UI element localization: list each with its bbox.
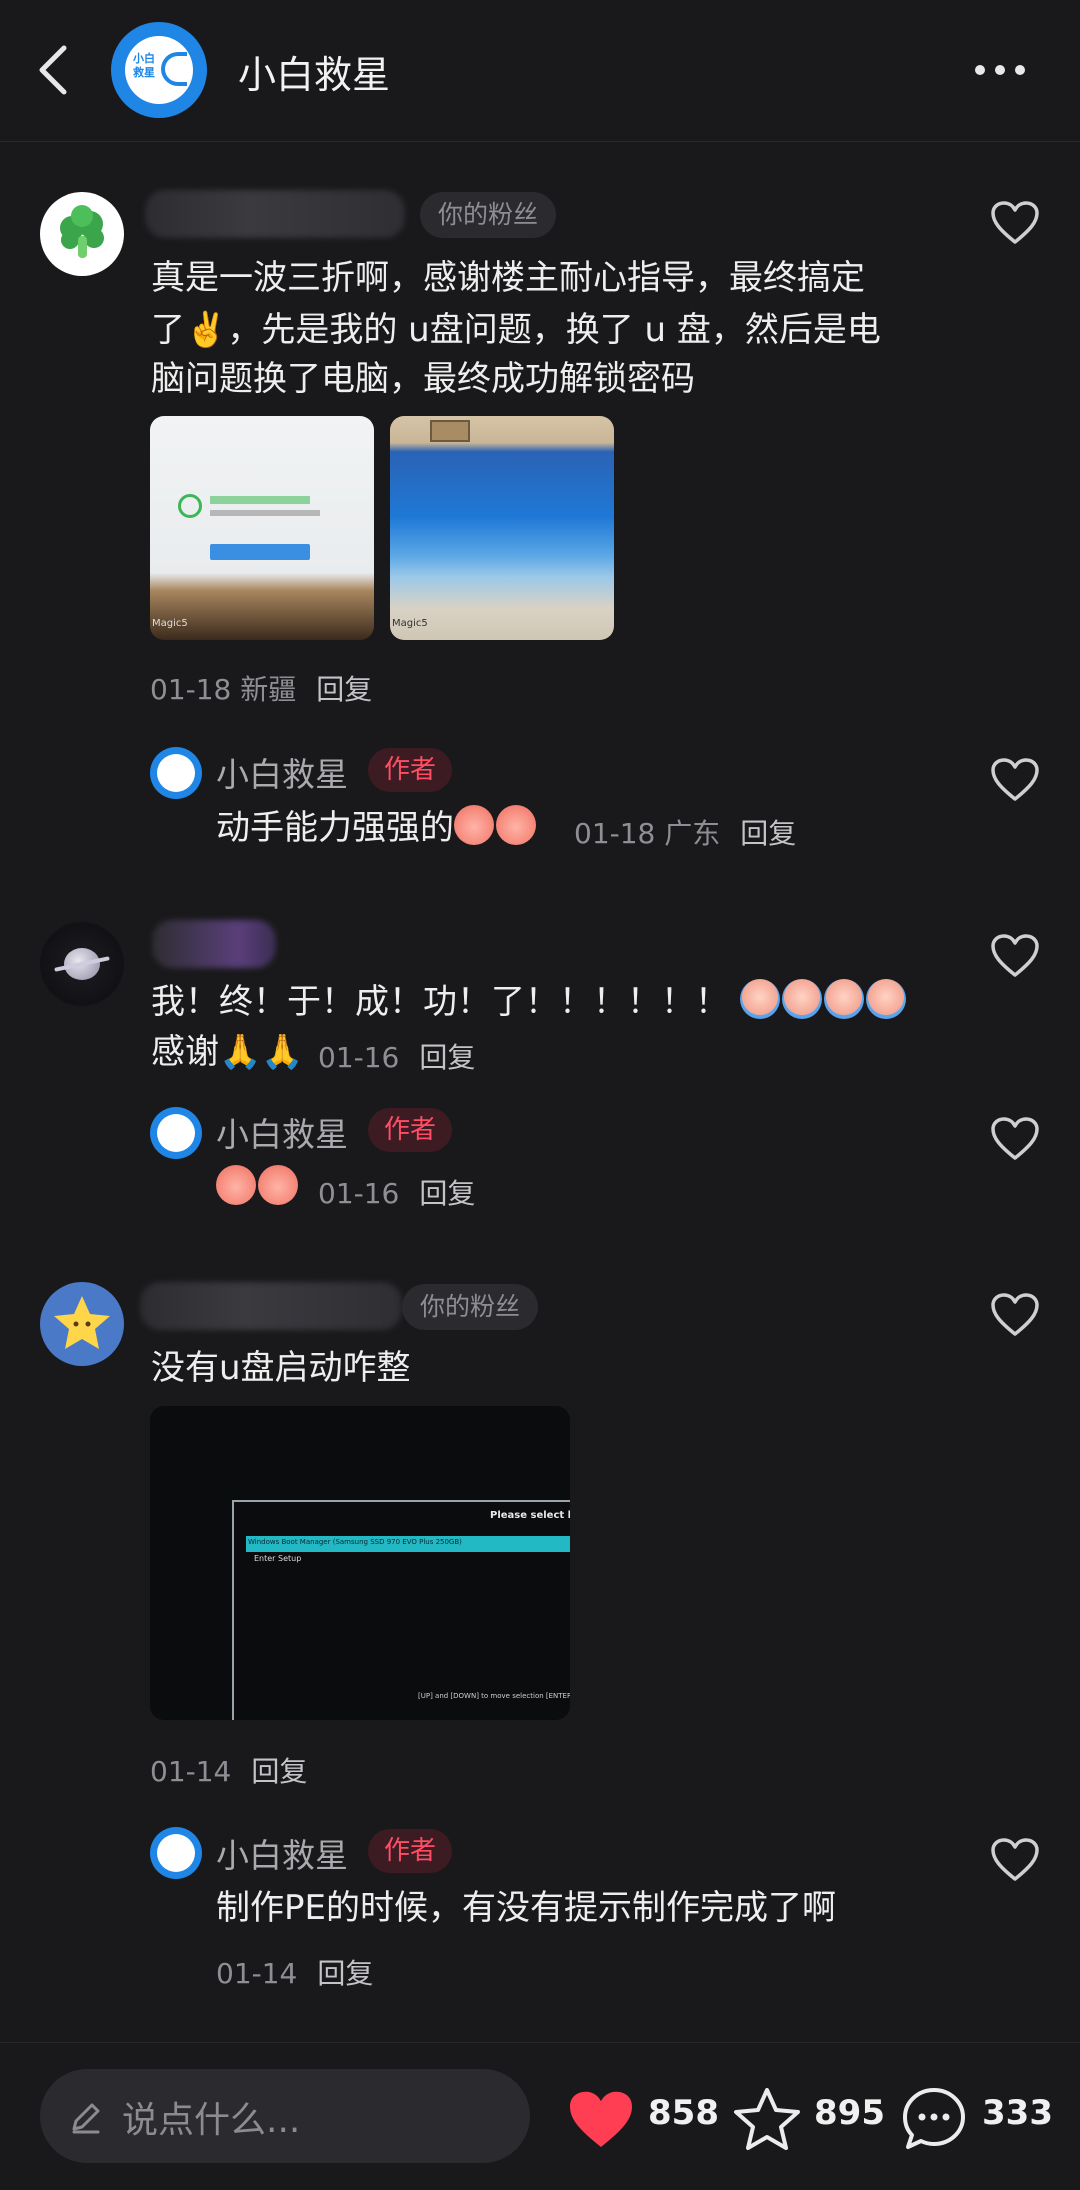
- comment-input[interactable]: 说点什么...: [40, 2069, 530, 2163]
- commenter-name-blurred[interactable]: [145, 190, 405, 238]
- author-reply-name[interactable]: 小白救星: [216, 1829, 348, 1877]
- like-heart-icon[interactable]: [990, 1116, 1040, 1162]
- comment-image-1[interactable]: Magic5: [150, 416, 374, 640]
- comment-date: 01-14: [150, 1755, 232, 1788]
- comment-date-location: 01-18 新疆: [150, 673, 297, 706]
- comment-input-placeholder: 说点什么...: [122, 2100, 301, 2141]
- crying-face-emoji: [865, 979, 906, 1019]
- broccoli-icon: [60, 205, 104, 258]
- angry-face-emoji: [216, 1165, 256, 1205]
- reply-button[interactable]: 回复: [419, 1177, 475, 1210]
- comment-text-line: 了✌️，先是我的 u盘问题，换了 u 盘，然后是电: [151, 310, 881, 350]
- avatar-logo-text: 小白救星: [133, 52, 155, 79]
- reply-meta: 01-18 广东 回复: [574, 812, 796, 852]
- like-heart-icon[interactable]: [990, 1292, 1040, 1338]
- author-tag-badge: 作者: [368, 1108, 453, 1152]
- boot-option-windows: Windows Boot Manager (Samsung SSD 970 EV…: [248, 1538, 462, 1546]
- comment-meta: 01-18 新疆 回复: [150, 668, 372, 708]
- reply-date-location: 01-18 广东: [574, 817, 721, 850]
- author-reply-avatar[interactable]: [150, 1107, 202, 1159]
- like-filled-heart-icon[interactable]: [566, 2089, 636, 2151]
- reply-button[interactable]: 回复: [419, 1041, 475, 1074]
- author-reply-avatar[interactable]: [150, 747, 202, 799]
- like-heart-icon[interactable]: [990, 757, 1040, 803]
- author-tag-badge: 作者: [368, 748, 453, 792]
- comment-count: 333: [982, 2093, 1053, 2133]
- comment-date: 01-16: [318, 1041, 400, 1074]
- boot-option-setup: Enter Setup: [254, 1554, 302, 1563]
- reply-button[interactable]: 回复: [740, 817, 796, 850]
- comment-text-line: 真是一波三折啊，感谢楼主耐心指导，最终搞定: [151, 258, 865, 298]
- author-reply-avatar[interactable]: [150, 1827, 202, 1879]
- comment-meta: 01-16 回复: [318, 1036, 475, 1076]
- top-bar: 小白救星 小白救星: [0, 0, 1080, 142]
- angry-face-emoji: [258, 1165, 298, 1205]
- commenter-name-blurred[interactable]: [152, 920, 276, 968]
- back-arrow-icon[interactable]: [34, 42, 74, 98]
- star-collect-icon[interactable]: [732, 2085, 802, 2153]
- comment-text: 我！终！于！成！功！了！！！！！！: [151, 982, 729, 1022]
- like-count: 858: [648, 2093, 719, 2133]
- author-tag-badge: 作者: [368, 1829, 453, 1873]
- comment-text-line: 感谢🙏🙏: [151, 1028, 304, 1076]
- angry-face-emoji: [496, 805, 536, 845]
- author-reply-text: 制作PE的时候，有没有提示制作完成了啊: [216, 1888, 836, 1928]
- reply-text: 动手能力强强的: [216, 808, 454, 848]
- bottom-action-bar: 说点什么... 858 895 333: [0, 2042, 1080, 2190]
- more-options-icon[interactable]: [975, 58, 1031, 82]
- commenter-avatar[interactable]: [40, 922, 124, 1006]
- author-name-title[interactable]: 小白救星: [238, 44, 390, 99]
- boot-menu-title: Please select boot: [490, 1510, 570, 1521]
- fan-badge: 你的粉丝: [402, 1284, 539, 1330]
- image-watermark: Magic5: [392, 618, 428, 629]
- author-reply-name[interactable]: 小白救星: [216, 748, 348, 796]
- comment-text: 没有u盘启动咋整: [151, 1348, 411, 1388]
- boot-menu-footer: [UP] and [DOWN] to move selection [ENTER: [418, 1692, 570, 1700]
- comment-text-line: 脑问题换了电脑，最终成功解锁密码: [151, 359, 695, 399]
- author-reply-text: 动手能力强强的: [216, 804, 538, 852]
- crying-face-emoji: [739, 979, 780, 1019]
- commenter-avatar[interactable]: [40, 1282, 124, 1366]
- comment-bubble-icon[interactable]: [900, 2085, 968, 2153]
- pencil-icon: [72, 2103, 100, 2134]
- like-heart-icon[interactable]: [990, 1837, 1040, 1883]
- star-count: 895: [814, 2093, 885, 2133]
- author-avatar[interactable]: 小白救星: [111, 22, 207, 118]
- image-watermark: Magic5: [152, 618, 188, 629]
- author-reply-text: [216, 1164, 300, 1212]
- comment-text: 感谢🙏🙏: [151, 1032, 304, 1072]
- comment-meta: 01-14 回复: [150, 1750, 307, 1790]
- comment-text-line: 我！终！于！成！功！了！！！！！！: [151, 978, 908, 1026]
- commenter-avatar[interactable]: [40, 192, 124, 276]
- crying-face-emoji: [781, 979, 822, 1019]
- reply-date: 01-14: [216, 1957, 298, 1990]
- reply-meta: 01-14 回复: [216, 1952, 373, 1992]
- like-heart-icon[interactable]: [990, 200, 1040, 246]
- commenter-name-blurred[interactable]: [140, 1282, 402, 1330]
- comment-image-boot-screen[interactable]: Please select boot Windows Boot Manager …: [150, 1406, 570, 1720]
- reply-button[interactable]: 回复: [251, 1755, 307, 1788]
- angry-face-emoji: [454, 805, 494, 845]
- author-reply-name[interactable]: 小白救星: [216, 1108, 348, 1156]
- fan-badge: 你的粉丝: [420, 192, 557, 238]
- comment-image-2[interactable]: Magic5: [390, 416, 614, 640]
- star-face-icon: [54, 1296, 110, 1349]
- crying-face-emoji: [823, 979, 864, 1019]
- reply-date: 01-16: [318, 1177, 400, 1210]
- reply-meta: 01-16 回复: [318, 1172, 475, 1212]
- reply-button[interactable]: 回复: [316, 673, 372, 706]
- like-heart-icon[interactable]: [990, 933, 1040, 979]
- reply-button[interactable]: 回复: [317, 1957, 373, 1990]
